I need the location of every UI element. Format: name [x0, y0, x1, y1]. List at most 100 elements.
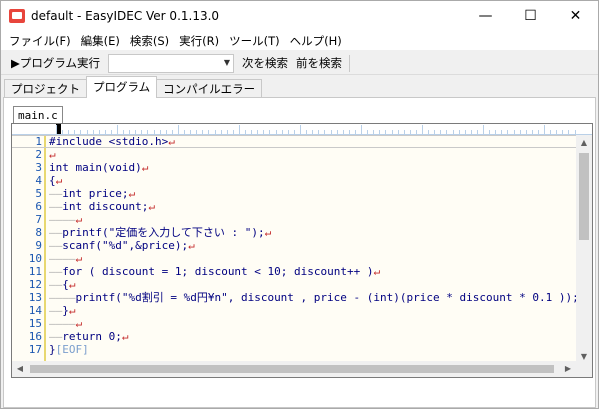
ruler-tick — [306, 130, 307, 134]
ruler-tick — [178, 125, 179, 134]
ruler-tick — [575, 130, 576, 134]
ruler-tick — [196, 130, 197, 134]
ruler-tick — [166, 130, 167, 134]
tab-compile-errors[interactable]: コンパイルエラー — [156, 79, 263, 98]
code-line: ————printf("%d割引 = %d円¥n", discount , pr… — [49, 291, 577, 304]
ruler-tick — [172, 130, 173, 134]
ruler-tick — [221, 130, 222, 134]
code-editor[interactable]: 1 2 3 4 5 6 7 8 9 10 11 12 13 14 15 16 17 #include <stdi… — [11, 123, 593, 378]
ruler-tick — [105, 130, 106, 134]
horizontal-scroll-thumb[interactable] — [30, 365, 554, 373]
title-bar: default - EasyIDEC Ver 0.1.13.0 — ☐ ✕ — [1, 1, 598, 31]
find-next-button[interactable]: 次を検索 — [238, 53, 292, 73]
ruler-tick — [93, 130, 94, 134]
code-text[interactable]: #include <stdio.h>↵ ↵ int main(void)↵ {↵ ——i… — [49, 135, 577, 365]
ruler-tick — [489, 130, 490, 134]
ruler-tick — [276, 130, 277, 134]
column-ruler — [12, 124, 592, 135]
ruler-tick — [129, 130, 130, 134]
minimize-button[interactable]: — — [463, 1, 508, 31]
ruler-tick — [62, 130, 63, 134]
menu-search[interactable]: 検索(S) — [125, 31, 174, 51]
code-line: {↵ — [49, 174, 63, 187]
window-title: default - EasyIDEC Ver 0.1.13.0 — [31, 9, 220, 23]
ruler-tick — [446, 130, 447, 134]
ruler-tick — [538, 130, 539, 134]
scroll-right-icon[interactable]: ▶ — [560, 361, 576, 377]
menu-file[interactable]: ファイル(F) — [4, 31, 76, 51]
line-number: 6 — [35, 200, 42, 213]
code-line: int main(void)↵ — [49, 161, 149, 174]
ruler-tick — [208, 130, 209, 134]
menu-edit[interactable]: 編集(E) — [76, 31, 125, 51]
ruler-tick — [257, 130, 258, 134]
line-number: 15 — [28, 317, 42, 330]
ruler-tick — [318, 130, 319, 134]
code-line: ——int price;↵ — [49, 187, 136, 200]
ruler-tick — [251, 130, 252, 134]
menu-tools[interactable]: ツール(T) — [224, 31, 285, 51]
tab-project[interactable]: プロジェクト — [4, 79, 87, 98]
ruler-tick — [87, 130, 88, 134]
line-number: 17 — [28, 343, 42, 356]
tab-program[interactable]: プログラム — [86, 76, 158, 98]
ruler-tick — [160, 130, 161, 134]
line-number: 2 — [35, 148, 42, 161]
ruler-tick — [385, 130, 386, 134]
line-number: 14 — [28, 304, 42, 317]
ruler-tick — [514, 130, 515, 134]
vertical-scroll-thumb[interactable] — [579, 153, 589, 240]
chevron-down-icon[interactable]: ▼ — [224, 58, 230, 67]
ruler-tick — [361, 125, 362, 134]
maximize-button[interactable]: ☐ — [508, 1, 553, 31]
menu-help[interactable]: ヘルプ(H) — [285, 31, 347, 51]
horizontal-scrollbar[interactable]: ◀ ▶ — [12, 361, 576, 377]
code-line: ——}↵ — [49, 304, 76, 317]
toolbar-separator — [349, 54, 350, 72]
ruler-tick — [190, 130, 191, 134]
ruler-tick — [379, 130, 380, 134]
ruler-tick — [367, 130, 368, 134]
close-button[interactable]: ✕ — [553, 1, 598, 31]
ruler-tick — [123, 130, 124, 134]
ruler-tick — [312, 130, 313, 134]
menu-run[interactable]: 実行(R) — [174, 31, 224, 51]
code-line: ————↵ — [49, 252, 83, 265]
ruler-tick — [135, 130, 136, 134]
scrollbar-corner — [576, 361, 592, 377]
app-icon — [9, 8, 25, 24]
toolbar: ▶プログラム実行 ▼ 次を検索 前を検索 — [1, 52, 598, 75]
file-tab-main-c[interactable]: main.c — [13, 106, 63, 124]
ruler-tick — [410, 130, 411, 134]
ruler-tick — [459, 130, 460, 134]
ruler-tick — [562, 130, 563, 134]
code-line: #include <stdio.h>↵ — [49, 135, 175, 148]
search-combobox[interactable]: ▼ — [108, 53, 234, 73]
line-number: 11 — [28, 265, 42, 278]
ruler-tick — [239, 125, 240, 134]
line-number: 3 — [35, 161, 42, 174]
code-line: ↵ — [49, 148, 56, 161]
ruler-tick — [282, 130, 283, 134]
find-prev-button[interactable]: 前を検索 — [292, 53, 346, 73]
ruler-tick — [99, 130, 100, 134]
line-number-gutter: 1 2 3 4 5 6 7 8 9 10 11 12 13 14 15 16 17 — [12, 135, 44, 365]
scroll-up-icon[interactable]: ▲ — [576, 135, 592, 151]
line-number: 9 — [35, 239, 42, 252]
app-window: default - EasyIDEC Ver 0.1.13.0 — ☐ ✕ ファ… — [0, 0, 599, 409]
vertical-scrollbar[interactable]: ▲ ▼ — [576, 135, 592, 365]
ruler-tick — [147, 130, 148, 134]
code-line: ——printf("定価を入力して下さい : ");↵ — [49, 226, 272, 239]
scroll-left-icon[interactable]: ◀ — [12, 361, 28, 377]
run-program-button[interactable]: ▶プログラム実行 — [7, 53, 104, 73]
ruler-tick — [453, 130, 454, 134]
line-number: 8 — [35, 226, 42, 239]
ruler-tick — [507, 130, 508, 134]
ruler-tick — [184, 130, 185, 134]
ruler-tick — [263, 130, 264, 134]
ruler-tick — [520, 130, 521, 134]
ruler-tick — [434, 130, 435, 134]
output-area — [11, 382, 593, 400]
program-panel: main.c 1 2 3 4 5 6 7 8 9 10 11 12 13 14 15 16 17 #includ… — [3, 97, 596, 408]
ruler-tick — [349, 130, 350, 134]
